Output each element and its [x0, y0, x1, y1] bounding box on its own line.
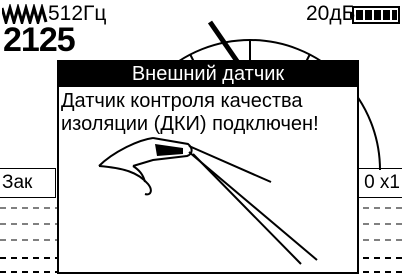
dialog-title: Внешний датчик [59, 62, 357, 87]
zoom-label: 0 x1 [354, 168, 402, 198]
main-value: 2125 [3, 21, 76, 59]
external-sensor-dialog[interactable]: Внешний датчик Датчик контроля качества … [57, 60, 359, 274]
insulation-sensor-clamp-icon [98, 137, 318, 265]
dialog-message: Датчик контроля качества изоляции (ДКИ) … [61, 90, 319, 135]
mode-label: Зак [0, 168, 56, 198]
device-screen: 512Гц 20дБ 2125 Зак 0 x1 29 Внешний датч… [0, 0, 402, 280]
